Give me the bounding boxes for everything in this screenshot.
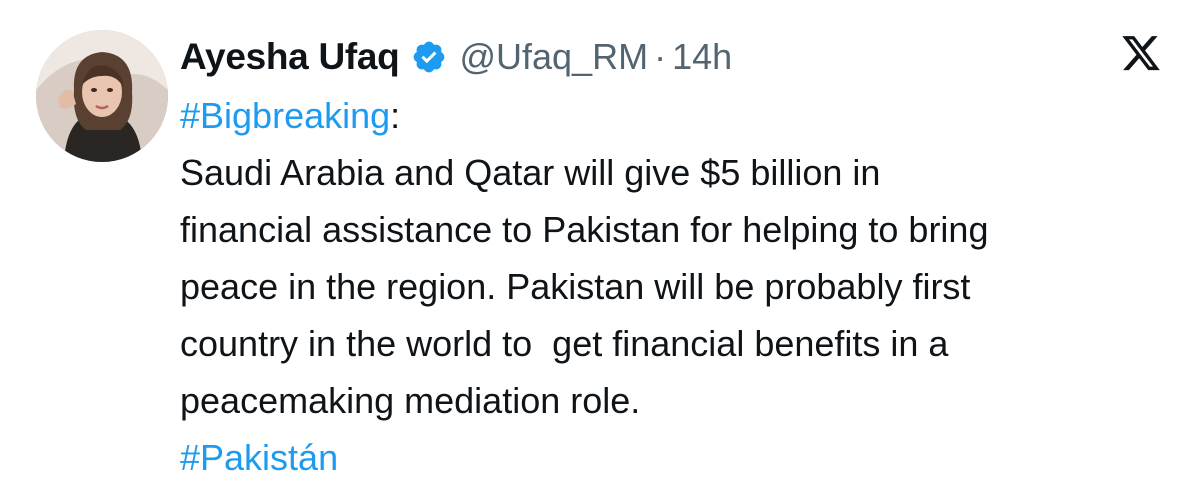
- author-display-name[interactable]: Ayesha Ufaq: [180, 36, 400, 78]
- tweet-line: peacemaking mediation role.: [180, 380, 641, 421]
- avatar-photo: [36, 30, 168, 162]
- hashtag-colon: :: [390, 95, 401, 136]
- tweet-header: Ayesha Ufaq @Ufaq_RM · 14h: [180, 34, 732, 80]
- author-handle[interactable]: @Ufaq_RM: [459, 36, 648, 78]
- tweet-card: Ayesha Ufaq @Ufaq_RM · 14h #Bigbreaking:…: [0, 0, 1200, 496]
- hashtag-pakistan[interactable]: #Pakistán: [180, 437, 338, 478]
- tweet-line: peace in the region. Pakistan will be pr…: [180, 266, 971, 307]
- tweet-text: #Bigbreaking: Saudi Arabia and Qatar wil…: [180, 87, 1190, 486]
- verified-badge-icon: [411, 39, 447, 75]
- header-separator: ·: [654, 36, 667, 77]
- tweet-timestamp[interactable]: 14h: [672, 36, 732, 78]
- avatar[interactable]: [36, 30, 168, 162]
- tweet-line: financial assistance to Pakistan for hel…: [180, 209, 989, 250]
- tweet-line-hashtag: #Bigbreaking:: [180, 87, 1190, 144]
- tweet-line: Saudi Arabia and Qatar will give $5 bill…: [180, 152, 881, 193]
- hashtag-bigbreaking[interactable]: #Bigbreaking: [180, 95, 390, 136]
- x-logo-icon[interactable]: [1120, 34, 1162, 74]
- tweet-line-hashtag-bottom: #Pakistán: [180, 429, 1190, 486]
- tweet-line: country in the world to get financial be…: [180, 323, 949, 364]
